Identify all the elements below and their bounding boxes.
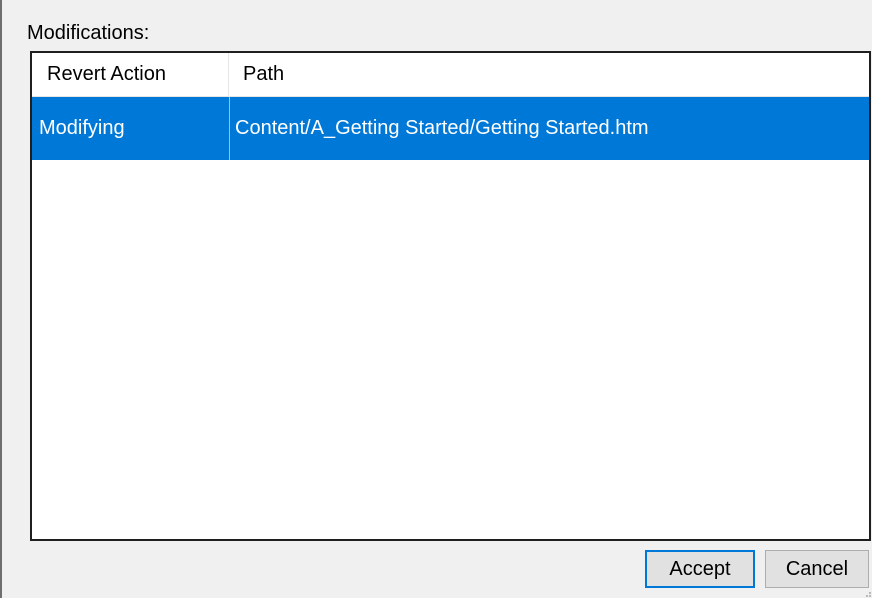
list-header: Revert Action Path [32,53,869,97]
accept-button[interactable]: Accept [645,550,755,588]
list-row-selected[interactable]: Modifying Content/A_Getting Started/Gett… [32,97,869,160]
modifications-label: Modifications: [27,22,150,44]
column-header-path[interactable]: Path [229,53,869,96]
row-path: Content/A_Getting Started/Getting Starte… [235,117,649,139]
column-header-revert-action[interactable]: Revert Action [32,53,229,96]
revert-modifications-dialog: Modifications: Revert Action Path Modify… [0,0,872,598]
cancel-button[interactable]: Cancel [765,550,869,588]
modifications-list[interactable]: Revert Action Path Modifying Content/A_G… [30,51,871,541]
cell-divider [229,97,230,160]
row-revert-action: Modifying [39,117,125,139]
resize-grip-icon[interactable] [864,590,872,598]
